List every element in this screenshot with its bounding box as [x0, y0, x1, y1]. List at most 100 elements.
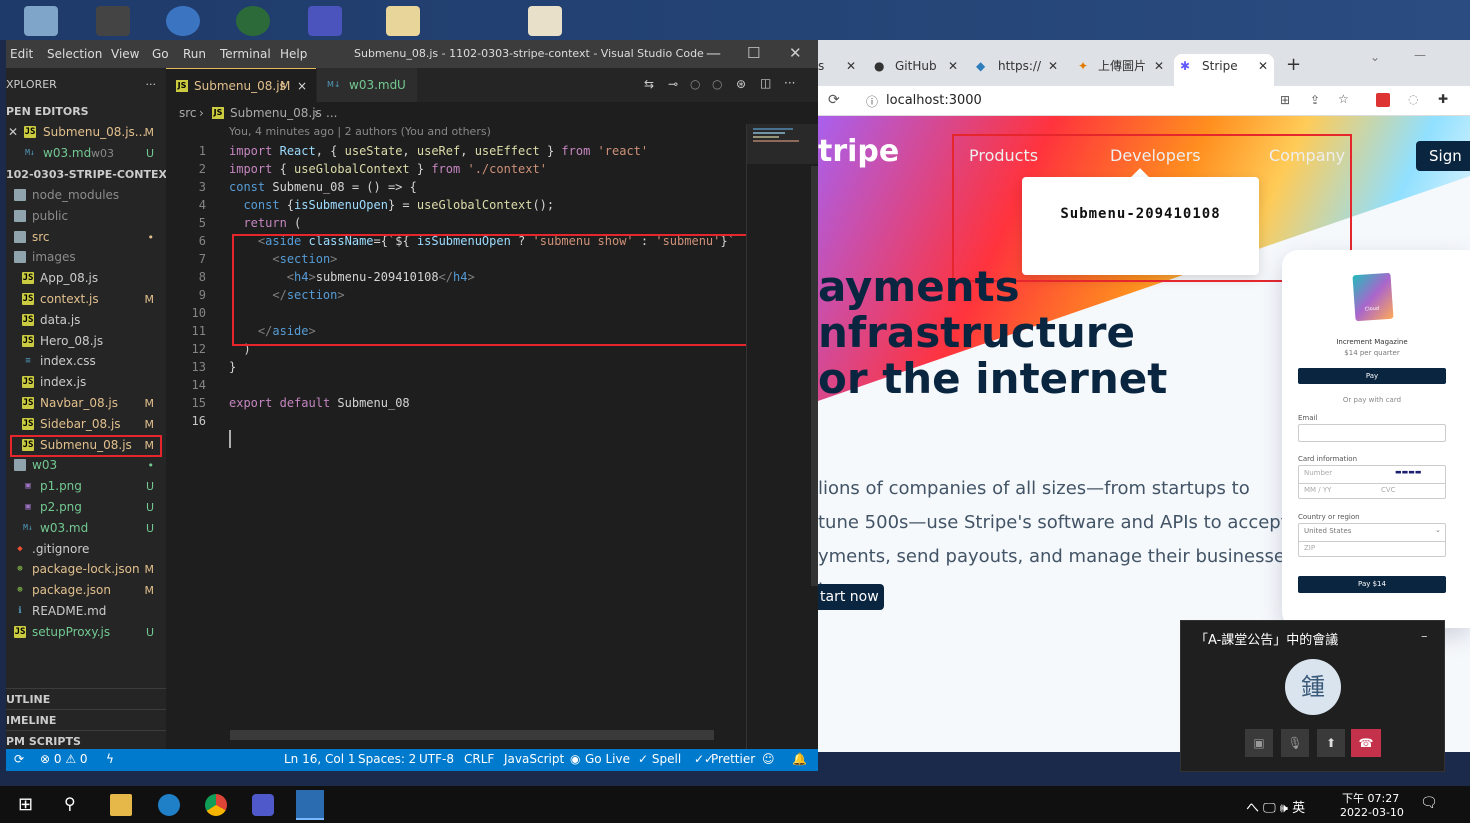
logo[interactable]: tripe: [818, 134, 899, 169]
lightning-icon[interactable]: ϟ: [106, 752, 114, 766]
tree-item-node-modules[interactable]: node_modules: [6, 185, 166, 206]
tab-submenu[interactable]: JS Submenu_08.js M ×: [166, 68, 316, 102]
card-input-group[interactable]: Number ▬▬▬▬ MM / YY CVC: [1298, 465, 1446, 499]
tree-item-navbar-08-js[interactable]: JS Navbar_08.js M: [6, 393, 166, 414]
tree-item-setupproxy-js[interactable]: JS setupProxy.js U: [6, 622, 166, 643]
browser-tab[interactable]: ◆ https:// ✕: [972, 54, 1066, 78]
apple-pay-button[interactable]: Pay: [1298, 368, 1446, 384]
git-forward-icon[interactable]: ○: [712, 77, 722, 91]
vscode-icon[interactable]: [296, 790, 324, 820]
share-screen-icon[interactable]: ⬆: [1317, 729, 1345, 757]
git-back-icon[interactable]: ○: [690, 77, 700, 91]
git-prev-icon[interactable]: ⊸: [668, 77, 678, 91]
country-select[interactable]: United States: [1304, 527, 1351, 535]
close-tab-icon[interactable]: ✕: [1258, 54, 1268, 78]
app-icon[interactable]: [166, 6, 200, 36]
minimize-icon[interactable]: —: [706, 44, 721, 62]
close-tab-icon[interactable]: ✕: [1154, 54, 1164, 78]
close-tab-icon[interactable]: ✕: [948, 54, 958, 78]
menu-run[interactable]: Run: [183, 47, 206, 61]
git-lens-icon[interactable]: ⊛: [736, 77, 746, 91]
tree-item-package-lock-json[interactable]: ⊛ package-lock.json M: [6, 559, 166, 580]
tree-item-w03-md[interactable]: M↓ w03.md U: [6, 518, 166, 539]
go-live-button[interactable]: Go Live: [585, 752, 630, 766]
new-tab-button[interactable]: +: [1286, 54, 1301, 75]
clock-date[interactable]: 2022-03-10: [1340, 806, 1404, 819]
hang-up-icon[interactable]: ☎: [1351, 729, 1381, 757]
email-input[interactable]: [1298, 424, 1446, 442]
tab-w03[interactable]: M↓ w03.md U: [317, 68, 417, 102]
project-header[interactable]: 102-0303-STRIPE-CONTEXT: [6, 164, 174, 185]
line-ending[interactable]: CRLF: [464, 752, 494, 766]
browser-tab[interactable]: ✦ 上傳圖片 ✕: [1074, 54, 1168, 78]
menu-go[interactable]: Go: [152, 47, 169, 61]
menu-view[interactable]: View: [111, 47, 139, 61]
npm-scripts-panel[interactable]: PM SCRIPTS: [6, 730, 166, 751]
split-editor-icon[interactable]: ◫: [760, 76, 771, 90]
teams-icon[interactable]: [252, 794, 274, 816]
app-icon[interactable]: [236, 6, 270, 36]
card-number-input[interactable]: Number: [1304, 469, 1332, 477]
tree-item-p1-png[interactable]: ▣ p1.png U: [6, 476, 166, 497]
cursor-position[interactable]: Ln 16, Col 1: [284, 752, 356, 766]
spell-check[interactable]: ✓ Spell: [638, 752, 681, 766]
code-editor[interactable]: You, 4 minutes ago | 2 authors (You and …: [166, 124, 749, 749]
tree-item-gitignore[interactable]: ◆ .gitignore: [6, 539, 166, 560]
chevron-down-icon[interactable]: ⌄: [1370, 50, 1380, 64]
tree-item-data-js[interactable]: JS data.js: [6, 310, 166, 331]
tree-item-sidebar-08-js[interactable]: JS Sidebar_08.js M: [6, 414, 166, 435]
feedback-icon[interactable]: ☺: [762, 752, 775, 766]
movie-maker-icon[interactable]: [96, 6, 130, 36]
prettier[interactable]: Prettier: [711, 752, 755, 766]
horizontal-scrollbar[interactable]: [230, 730, 714, 740]
tree-item-hero-08-js[interactable]: JS Hero_08.js: [6, 331, 166, 352]
open-editor-item[interactable]: M↓ w03.md w03 U: [6, 143, 166, 164]
tree-item-package-json[interactable]: ⊛ package.json M: [6, 580, 166, 601]
sync-icon[interactable]: ⟳: [14, 752, 24, 766]
clock-time[interactable]: 下午 07:27: [1342, 790, 1399, 806]
menu-terminal[interactable]: Terminal: [220, 47, 271, 61]
tree-item-public[interactable]: public: [6, 206, 166, 227]
camera-off-icon[interactable]: ▣: [1245, 729, 1273, 757]
recycle-bin-icon[interactable]: [24, 6, 58, 36]
expiry-input[interactable]: MM / YY: [1304, 486, 1331, 494]
minimize-icon[interactable]: —: [1414, 48, 1426, 62]
puzzle-icon[interactable]: ✚: [1438, 92, 1448, 106]
cvc-input[interactable]: CVC: [1381, 486, 1396, 494]
browser-tab[interactable]: s ✕: [818, 54, 862, 78]
timeline-panel[interactable]: IMELINE: [6, 709, 166, 730]
start-now-button[interactable]: tart now: [818, 584, 884, 610]
indentation[interactable]: Spaces: 2: [358, 752, 416, 766]
encoding[interactable]: UTF-8: [419, 752, 454, 766]
search-icon[interactable]: ⚲: [64, 794, 86, 816]
vertical-scrollbar[interactable]: [811, 166, 818, 586]
tree-item-index-js[interactable]: JS index.js: [6, 372, 166, 393]
reload-icon[interactable]: ⟳: [828, 92, 840, 108]
folder-icon[interactable]: [386, 6, 420, 36]
document-icon[interactable]: [528, 6, 562, 36]
open-editor-item[interactable]: ✕ JS Submenu_08.js... M: [6, 122, 166, 143]
tree-item-images[interactable]: images: [6, 247, 166, 268]
mic-off-icon[interactable]: 🎙: [1281, 729, 1309, 757]
open-editors-header[interactable]: PEN EDITORS: [6, 101, 166, 122]
start-icon[interactable]: ⊞: [18, 794, 40, 816]
tree-item-src[interactable]: src •: [6, 227, 166, 248]
system-tray[interactable]: へ 🖵 🕪 英: [1246, 797, 1305, 816]
menu-selection[interactable]: Selection: [47, 47, 102, 61]
teams-desktop-icon[interactable]: [308, 6, 342, 36]
close-tab-icon[interactable]: ✕: [846, 54, 856, 78]
tree-item-p2-png[interactable]: ▣ p2.png U: [6, 497, 166, 518]
tree-item-index-css[interactable]: ≡ index.css: [6, 351, 166, 372]
tree-item-context-js[interactable]: JS context.js M: [6, 289, 166, 310]
more-actions-icon[interactable]: ···: [784, 76, 795, 90]
extension-icon[interactable]: ◌: [1408, 92, 1418, 106]
browser-tab[interactable]: ● GitHub ✕: [870, 54, 964, 78]
star-icon[interactable]: ☆: [1338, 92, 1349, 106]
browser-tab-active[interactable]: ✱ Stripe ✕: [1174, 54, 1274, 86]
maximize-icon[interactable]: ☐: [747, 44, 760, 62]
close-tab-icon[interactable]: ×: [297, 69, 307, 103]
address-input[interactable]: localhost:3000: [886, 93, 982, 108]
bell-icon[interactable]: 🔔: [792, 752, 807, 766]
notification-icon[interactable]: 🗨: [1420, 795, 1438, 811]
minimap[interactable]: [746, 124, 818, 749]
